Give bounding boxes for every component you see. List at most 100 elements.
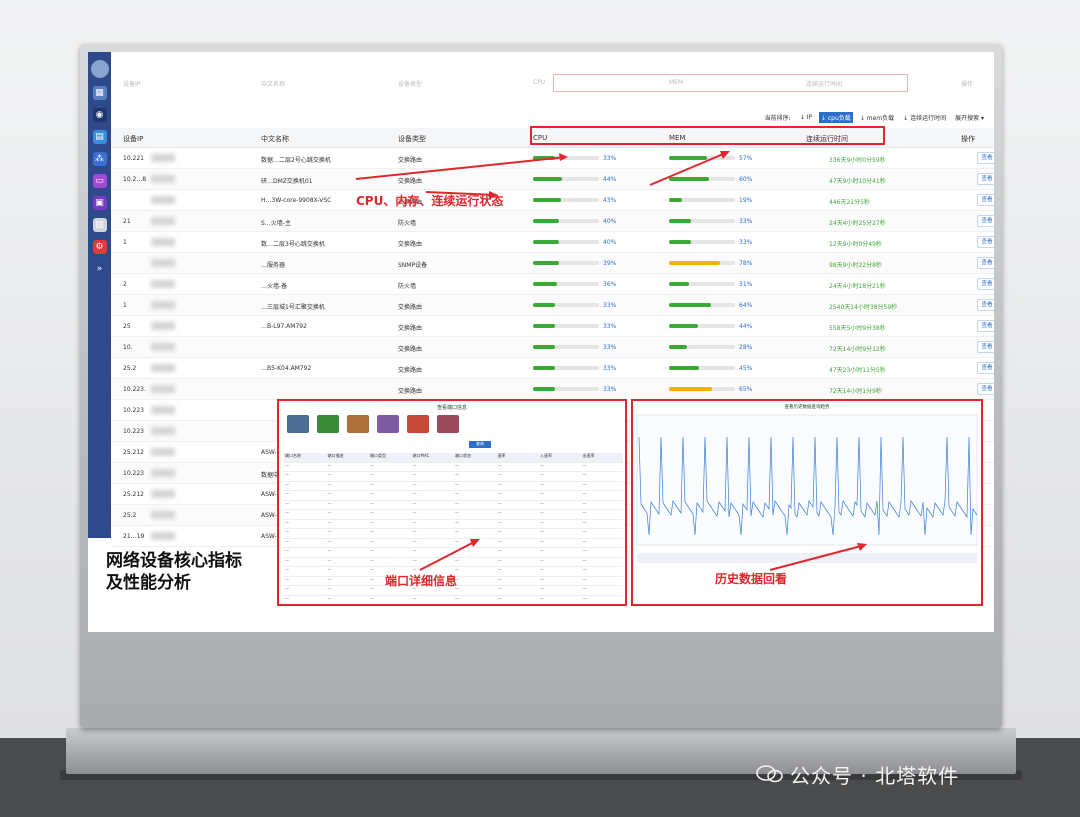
col-name[interactable]: 中文名称 xyxy=(261,134,289,144)
port-route-icon[interactable] xyxy=(377,415,399,433)
cpu-bar-fill xyxy=(533,345,555,349)
port-cell: — xyxy=(540,538,544,544)
topology-icon[interactable]: ⁂ xyxy=(92,152,107,166)
port-cell: — xyxy=(370,548,374,553)
port-cell: — xyxy=(582,519,587,525)
port-cell: — xyxy=(370,557,374,563)
view-button[interactable]: 查看 xyxy=(977,215,994,227)
cpu-percent: 39% xyxy=(603,260,617,267)
port-search-button[interactable]: 查询 xyxy=(469,441,491,448)
port-cell: — xyxy=(327,472,332,477)
device-ip: 10.223 xyxy=(123,407,144,414)
settings-icon[interactable]: ⚙ xyxy=(92,240,107,254)
port-cell: — xyxy=(412,538,417,544)
expand-search-button[interactable]: 展开搜索 ▾ xyxy=(953,112,986,123)
cpu-bar xyxy=(533,303,599,307)
home-icon[interactable]: ▦ xyxy=(92,86,107,100)
sort-ip-button[interactable]: ↓ IP xyxy=(798,113,814,122)
cpu-bar xyxy=(533,261,599,265)
port-row: — — — — — — — — xyxy=(283,491,623,501)
view-button[interactable]: 查看 xyxy=(977,257,994,269)
uptime-value: 558天5小时9分38秒 xyxy=(829,325,886,332)
sort-cpu-button[interactable]: ↓ cpu负载 xyxy=(818,112,853,123)
device-ip: 10.2…8 xyxy=(123,176,147,183)
redacted-ip xyxy=(151,175,175,183)
port-cell: — xyxy=(540,491,544,496)
mem-bar xyxy=(669,156,735,160)
redacted-ip xyxy=(151,259,175,267)
view-button[interactable]: 查看 xyxy=(977,341,994,353)
collapse-icon[interactable]: » xyxy=(93,262,107,276)
port-row: — — — — — — — — xyxy=(283,500,623,510)
port-cell: — xyxy=(538,605,581,606)
mem-bar-fill xyxy=(669,261,721,265)
view-button[interactable]: 查看 xyxy=(977,383,994,395)
view-button[interactable]: 查看 xyxy=(977,173,994,185)
ghost-col-cpu: CPU xyxy=(533,79,546,86)
view-button[interactable]: 查看 xyxy=(977,194,994,206)
view-button[interactable]: 查看 xyxy=(977,278,994,290)
port-mac-icon[interactable] xyxy=(437,415,459,433)
redacted-ip xyxy=(151,322,175,330)
port-cell: — xyxy=(285,462,289,468)
port-cell: — xyxy=(327,595,332,601)
view-button[interactable]: 查看 xyxy=(977,299,994,311)
table-row: 1 …三层城1号汇聚交换机 交换路由 33% 64% 2540天14小时38分59秒 查看 xyxy=(111,295,994,316)
col-type[interactable]: 设备类型 xyxy=(398,134,426,144)
port-cell: — xyxy=(370,462,374,468)
view-button[interactable]: 查看 xyxy=(977,320,994,332)
cpu-percent: 44% xyxy=(603,176,617,183)
port-cell: — xyxy=(455,491,459,496)
sort-uptime-button[interactable]: ↓ 连续运行时间 xyxy=(901,112,948,123)
device-type: 交换路由 xyxy=(398,325,423,332)
col-ip[interactable]: 设备IP xyxy=(123,134,143,144)
redacted-ip xyxy=(151,490,175,498)
port-cell: — xyxy=(455,576,459,582)
redacted-ip xyxy=(151,217,175,225)
chart-icon[interactable]: ▤ xyxy=(92,130,107,144)
dashboard-icon[interactable]: ◉ xyxy=(92,108,107,122)
device-name: ASW- xyxy=(261,449,277,456)
uptime-value: 446天21分5秒 xyxy=(829,199,870,206)
port-cell: — xyxy=(582,576,587,582)
port-cell: — xyxy=(540,567,544,572)
alert-icon[interactable]: ▣ xyxy=(92,196,107,210)
ghost-col-type: 设备类型 xyxy=(398,81,423,88)
port-col-header: 速率 xyxy=(497,453,506,458)
redacted-ip xyxy=(151,469,175,477)
port-overview-icon[interactable] xyxy=(287,415,309,433)
redacted-ip xyxy=(151,385,175,393)
monitor-icon[interactable]: ▭ xyxy=(92,174,107,188)
mem-bar-fill xyxy=(669,366,699,370)
port-cell: — xyxy=(327,557,332,563)
wechat-icon xyxy=(756,765,783,783)
mem-percent: 57% xyxy=(739,155,753,162)
port-cell: — xyxy=(327,586,332,591)
view-button[interactable]: 查看 xyxy=(977,362,994,374)
port-cell: — xyxy=(327,481,332,487)
cpu-percent: 33% xyxy=(603,323,617,330)
device-ip: 25.2 xyxy=(123,512,137,519)
port-cell: — xyxy=(327,500,332,506)
port-cdp-icon[interactable] xyxy=(407,415,429,433)
port-cell: — xyxy=(412,481,417,487)
view-button[interactable]: 查看 xyxy=(977,236,994,248)
cpu-percent: 36% xyxy=(603,281,617,288)
view-button[interactable]: 查看 xyxy=(977,152,994,164)
sort-mem-button[interactable]: ↓ mem负载 xyxy=(858,112,896,123)
port-cell: — xyxy=(455,481,459,487)
port-vlan-icon[interactable] xyxy=(317,415,339,433)
report-icon[interactable]: ▥ xyxy=(92,218,107,232)
table-row: 25 …B-L97.AM792 交换路由 33% 44% 558天5小时9分38秒 查看 xyxy=(111,316,994,337)
port-row: — — — — — — — — xyxy=(283,462,623,472)
cpu-bar xyxy=(533,198,599,202)
mem-percent: 33% xyxy=(739,239,753,246)
mem-bar-fill xyxy=(669,387,712,391)
port-col-header: 出速率 xyxy=(582,453,595,458)
cpu-bar xyxy=(533,156,599,160)
port-arp-icon[interactable] xyxy=(347,415,369,433)
redacted-ip xyxy=(151,427,175,435)
port-cell: — xyxy=(455,519,459,525)
uptime-value: 72天14小时1分9秒 xyxy=(829,388,882,395)
device-type: 交换路由 xyxy=(398,388,423,395)
